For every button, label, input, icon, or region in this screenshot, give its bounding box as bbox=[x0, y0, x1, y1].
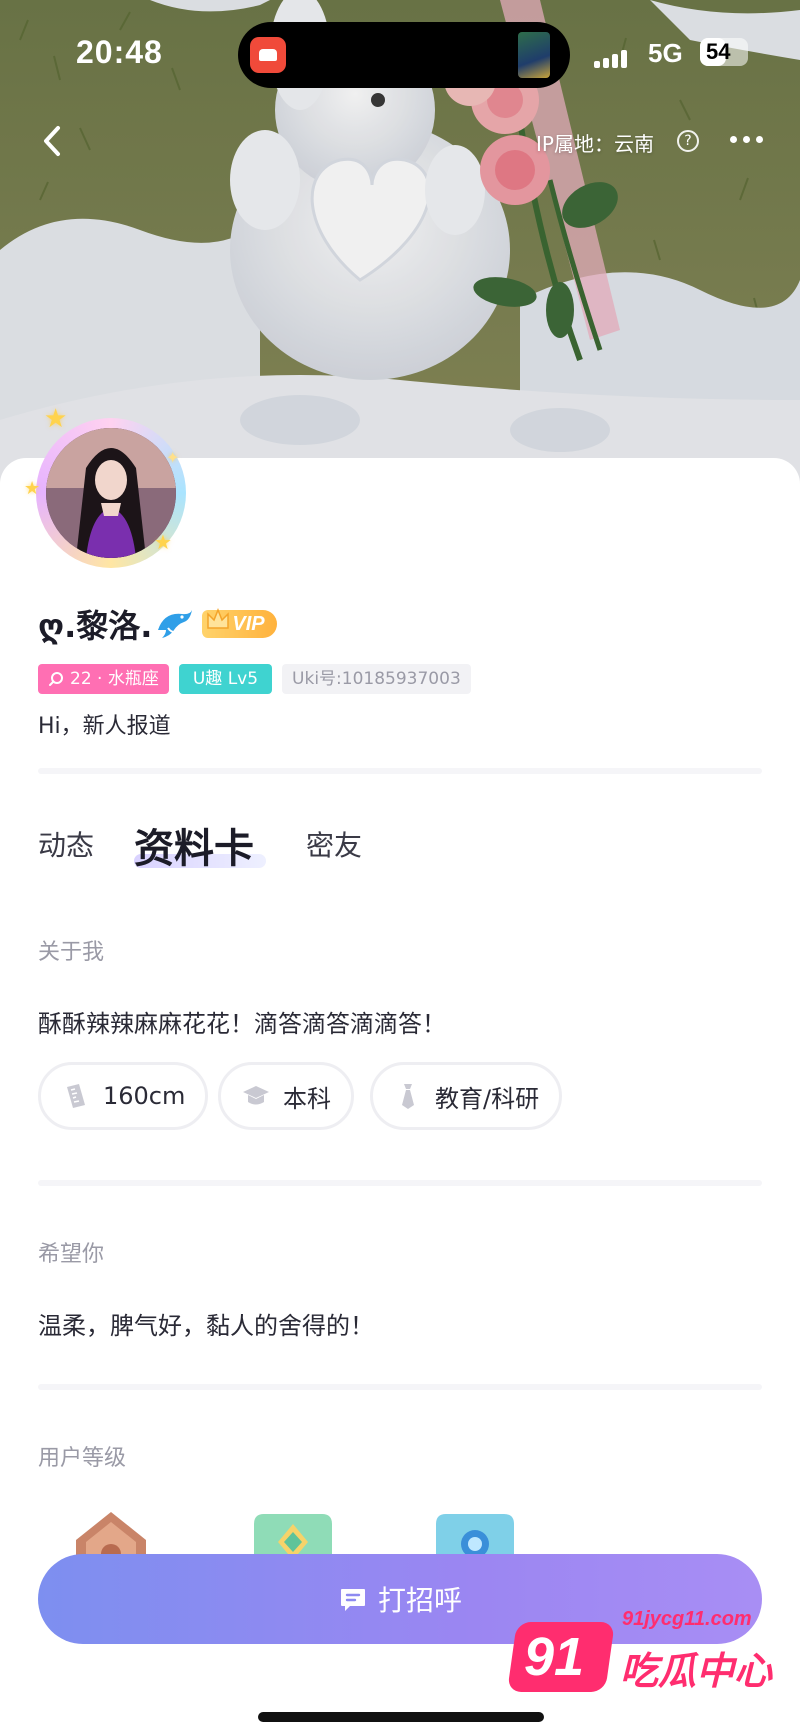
hope-title: 希望你 bbox=[38, 1242, 105, 1267]
profile-tags: 22 · 水瓶座 U趣 Lv5 Uki号:10185937003 bbox=[38, 664, 471, 694]
status-time: 20:48 bbox=[76, 34, 163, 70]
nickname: ღ.黎洛. bbox=[38, 607, 153, 645]
network-label: 5G bbox=[648, 38, 683, 68]
user-level-title: 用户等级 bbox=[38, 1446, 127, 1471]
vip-badge[interactable]: VIP bbox=[202, 607, 277, 638]
app-icon bbox=[250, 37, 286, 73]
uid-tag[interactable]: Uki号:10185937003 bbox=[282, 664, 471, 694]
battery-icon: 54 bbox=[700, 38, 748, 66]
divider bbox=[38, 768, 762, 774]
divider bbox=[38, 1384, 762, 1390]
level-tag: U趣 Lv5 bbox=[178, 664, 273, 694]
height-pill: 160cm bbox=[38, 1062, 209, 1130]
star-icon: ★ bbox=[154, 530, 172, 554]
back-button[interactable] bbox=[36, 124, 70, 158]
vip-label: VIP bbox=[232, 613, 265, 635]
dynamic-island[interactable] bbox=[238, 22, 570, 88]
about-title: 关于我 bbox=[38, 940, 105, 965]
tab-friends[interactable]: 密友 bbox=[306, 824, 362, 864]
dot-icon bbox=[730, 136, 737, 143]
status-bar: 20:48 5G 54 bbox=[0, 0, 800, 100]
dot-icon bbox=[756, 136, 763, 143]
tab-profile-card[interactable]: 资料卡 bbox=[134, 816, 254, 874]
bio-text: Hi，新人报道 bbox=[38, 714, 171, 739]
media-thumbnail bbox=[518, 32, 550, 78]
tab-posts[interactable]: 动态 bbox=[38, 824, 94, 864]
tie-icon bbox=[402, 1084, 414, 1109]
watermark-logo: 91 91jycg11.com 吃瓜中心 bbox=[507, 1606, 773, 1696]
avatar[interactable]: ★ ★ ★ ✦ bbox=[24, 404, 196, 578]
chat-icon bbox=[340, 1589, 365, 1611]
crown-icon bbox=[207, 607, 230, 629]
help-icon[interactable]: ? bbox=[677, 130, 699, 152]
chevron-left-icon bbox=[44, 126, 60, 156]
education-pill: 本科 bbox=[218, 1062, 354, 1130]
watermark-text: 吃瓜中心 bbox=[620, 1649, 773, 1693]
home-indicator[interactable] bbox=[258, 1712, 544, 1722]
signal-icon bbox=[594, 48, 634, 68]
more-options-button[interactable] bbox=[730, 132, 766, 148]
about-text: 酥酥辣辣麻麻花花！滴答滴答滴滴答！ bbox=[38, 1010, 446, 1038]
ip-location: IP属地：云南 bbox=[536, 132, 654, 156]
nickname-row: ღ.黎洛. VIP bbox=[38, 600, 277, 648]
star-icon: ✦ bbox=[166, 448, 180, 467]
graduation-cap-icon bbox=[243, 1086, 269, 1105]
age-zodiac-tag: 22 · 水瓶座 bbox=[38, 664, 169, 694]
battery-level: 54 bbox=[706, 39, 731, 64]
ruler-icon bbox=[67, 1084, 85, 1108]
divider bbox=[38, 1180, 762, 1186]
dot-icon bbox=[743, 136, 750, 143]
star-icon: ★ bbox=[24, 478, 41, 499]
greet-label: 打招呼 bbox=[377, 1584, 462, 1617]
hope-text: 温柔，脾气好，黏人的舍得的！ bbox=[38, 1312, 374, 1340]
dolphin-icon bbox=[158, 610, 193, 638]
watermark-url: 91jycg11.com bbox=[622, 1608, 752, 1630]
search-icon bbox=[49, 672, 63, 686]
occupation-pill: 教育/科研 bbox=[370, 1062, 563, 1130]
star-icon: ★ bbox=[44, 404, 68, 434]
watermark-number: 91 bbox=[524, 1627, 585, 1687]
